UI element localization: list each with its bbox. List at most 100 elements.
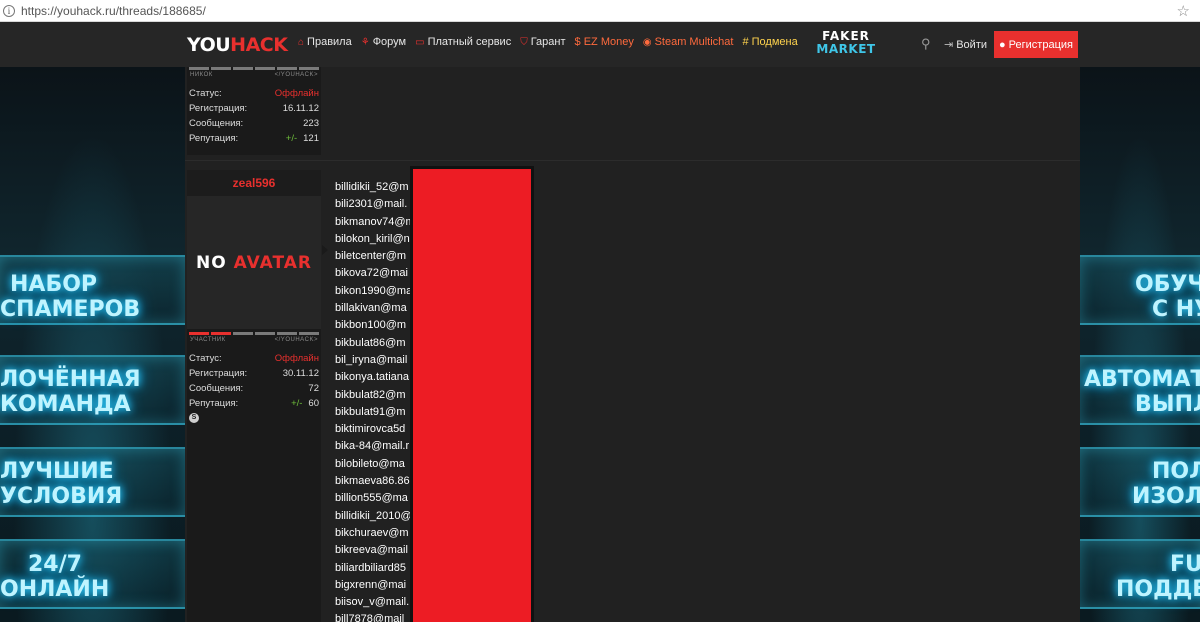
stat-label: Репутация: bbox=[189, 398, 239, 409]
stat-row: Сообщения: 72 bbox=[189, 381, 319, 396]
email-line: bikbulat91@m bbox=[335, 405, 406, 418]
stat-value-wrap: Оффлайн bbox=[275, 86, 319, 101]
nav-item[interactable]: ◉ Steam Multichat bbox=[643, 36, 734, 48]
nav-item[interactable]: ⛉ Гарант bbox=[520, 36, 565, 48]
stat-row: Статус: Оффлайн bbox=[189, 351, 319, 366]
nav-item-icon: ⛉ bbox=[520, 36, 528, 48]
banner-text: ЛОЧЁННАЯ bbox=[0, 367, 141, 392]
browser-address-bar[interactable]: i https://youhack.ru/threads/188685/ ☆ bbox=[0, 0, 1200, 22]
user-icon: ● bbox=[999, 38, 1006, 51]
email-line: billidikii_52@m bbox=[335, 181, 409, 193]
nav-item[interactable]: $ EZ Money bbox=[575, 36, 634, 48]
user-stats: Статус: Оффлайн Регистрация: 16.11.12 Сообще… bbox=[187, 82, 321, 146]
search-icon[interactable]: ⚲ bbox=[921, 36, 931, 52]
stat-value-wrap: +/- 121 bbox=[286, 131, 319, 146]
stat-row: Регистрация: 30.11.12 bbox=[189, 366, 319, 381]
stat-value-wrap: Оффлайн bbox=[275, 351, 319, 366]
market-text: MARKET bbox=[816, 42, 876, 56]
stat-label: Сообщения: bbox=[189, 118, 244, 129]
post-divider bbox=[185, 160, 1080, 161]
stat-label: Регистрация: bbox=[189, 368, 248, 379]
banner-text: 24/7 bbox=[28, 552, 82, 577]
email-line: bigxrenn@mai bbox=[335, 578, 407, 591]
message-body-email-list: billidikii_52@m bili2301@mail. bikmanov74@… bbox=[335, 179, 413, 622]
banner-text: ОБУЧ bbox=[1135, 272, 1200, 297]
left-ad-banner[interactable]: НАБОР СПАМЕРОВ ЛОЧЁННАЯ КОМАНДА ЛУЧШИЕ У… bbox=[0, 67, 185, 622]
nav-item[interactable]: ▭ Платный сервис bbox=[415, 36, 511, 48]
stat-label: Статус: bbox=[189, 88, 222, 99]
register-label: Регистрация bbox=[1008, 38, 1073, 51]
stat-label: Сообщения: bbox=[189, 383, 244, 394]
rank-name: НИКОК bbox=[190, 72, 213, 78]
stat-value-wrap: 16.11.12 bbox=[283, 101, 319, 116]
site-logo[interactable]: YOUHACK bbox=[187, 34, 288, 56]
nav-item-label: Гарант bbox=[530, 36, 566, 48]
login-link[interactable]: ⇥ Войти bbox=[944, 38, 987, 51]
redaction-block bbox=[410, 166, 534, 622]
stat-row: Репутация: +/- 121 bbox=[189, 131, 319, 146]
nav-item-label: Steam Multichat bbox=[654, 36, 734, 48]
logo-you: YOU bbox=[187, 34, 231, 56]
banner-text: ПОЛ bbox=[1152, 459, 1200, 484]
reputation-plus-minus: +/- bbox=[285, 133, 298, 144]
thread-content: НИКОК </YOUHACK> Статус: Оффлайн Регистрац… bbox=[185, 67, 1080, 622]
nav-item-icon: ▭ bbox=[415, 36, 425, 48]
stat-value-wrap: +/- 60 bbox=[291, 396, 319, 411]
nav-item[interactable]: ⚘ Форум bbox=[361, 36, 406, 48]
rank-site: </YOUHACK> bbox=[274, 337, 318, 343]
nav-item-icon: ◉ bbox=[642, 36, 652, 48]
email-line: biisov_v@mail. bbox=[335, 596, 410, 609]
info-icon[interactable]: i bbox=[3, 4, 15, 17]
nav-item[interactable]: ⌂ Правила bbox=[298, 36, 352, 48]
email-line: bikbulat86@m bbox=[335, 336, 406, 349]
email-line: bili2301@mail. bbox=[335, 198, 408, 211]
skype-icon[interactable]: S bbox=[189, 413, 199, 423]
banner-text: ИЗОЛ bbox=[1132, 484, 1200, 509]
avatar[interactable]: NO AVATAR bbox=[187, 196, 321, 329]
banner-text: ЛУЧШИЕ bbox=[0, 459, 114, 484]
stat-label: Регистрация: bbox=[189, 103, 248, 114]
email-line: billidikii_2010@ bbox=[335, 509, 412, 522]
right-ad-banner[interactable]: ОБУЧ С НУ АВТОМАТ ВЫПЛ ПОЛ ИЗОЛ FU ПОДДЕ bbox=[1080, 67, 1200, 622]
url-text[interactable]: https://youhack.ru/threads/188685/ bbox=[21, 4, 206, 18]
email-line: bikmanov74@m bbox=[335, 215, 413, 228]
email-line: biletcenter@m bbox=[335, 250, 407, 263]
stat-value-wrap: 30.11.12 bbox=[283, 366, 319, 381]
stat-row: Регистрация: 16.11.12 bbox=[189, 101, 319, 116]
bookmark-star-icon[interactable]: ☆ bbox=[1177, 2, 1190, 20]
email-line: bikbon100@m bbox=[335, 319, 407, 332]
rank-labels: УЧАСТНИК </YOUHACK> bbox=[187, 335, 321, 347]
stat-row: Статус: Оффлайн bbox=[189, 86, 319, 101]
register-button[interactable]: ● Регистрация bbox=[994, 31, 1078, 58]
banner-text: С НУ bbox=[1152, 297, 1200, 322]
email-line: bil_iryna@mail bbox=[335, 353, 408, 366]
email-line: bikova72@mai bbox=[335, 267, 408, 280]
stat-value: 60 bbox=[308, 398, 319, 409]
stat-value: 72 bbox=[308, 383, 319, 394]
avatar-no: NO bbox=[195, 252, 227, 273]
rank-name: УЧАСТНИК bbox=[190, 337, 226, 343]
banner-text: АВТОМАТ bbox=[1084, 367, 1200, 392]
nav-item[interactable]: # Подмена bbox=[742, 36, 797, 48]
banner-text: КОМАНДА bbox=[0, 392, 131, 417]
nav-item-label: Правила bbox=[307, 36, 352, 48]
stat-value: 30.11.12 bbox=[282, 368, 319, 379]
stat-value-wrap: 223 bbox=[303, 116, 319, 131]
email-line: billion555@ma bbox=[335, 492, 408, 505]
email-line: bika-84@mail.r bbox=[335, 440, 410, 453]
stat-value-wrap: 72 bbox=[308, 381, 319, 396]
stat-value: 223 bbox=[303, 118, 319, 129]
email-line: bilobileto@ma bbox=[335, 457, 405, 470]
nav-menu: ⌂ Правила ⚘ Форум ▭ Платный сервис ⛉ Гарант $ EZ… bbox=[298, 36, 807, 48]
banner-text: ОНЛАЙН bbox=[0, 577, 110, 602]
top-navigation: YOUHACK ⌂ Правила ⚘ Форум ▭ Платный сервис ⛉ Га… bbox=[0, 22, 1200, 67]
faker-market-logo[interactable]: FAKER MARKET bbox=[815, 30, 877, 60]
email-line: bikmaeva86.86 bbox=[335, 475, 410, 488]
username-link[interactable]: zeal596 bbox=[187, 170, 321, 196]
banner-text: ВЫПЛ bbox=[1135, 392, 1200, 417]
rank-site: </YOUHACK> bbox=[274, 72, 318, 78]
avatar-avatar: AVATAR bbox=[233, 252, 313, 273]
email-line: bikonya.tatiana bbox=[335, 371, 409, 384]
banner-text: FU bbox=[1170, 552, 1200, 577]
email-line: bikbulat82@m bbox=[335, 388, 406, 401]
